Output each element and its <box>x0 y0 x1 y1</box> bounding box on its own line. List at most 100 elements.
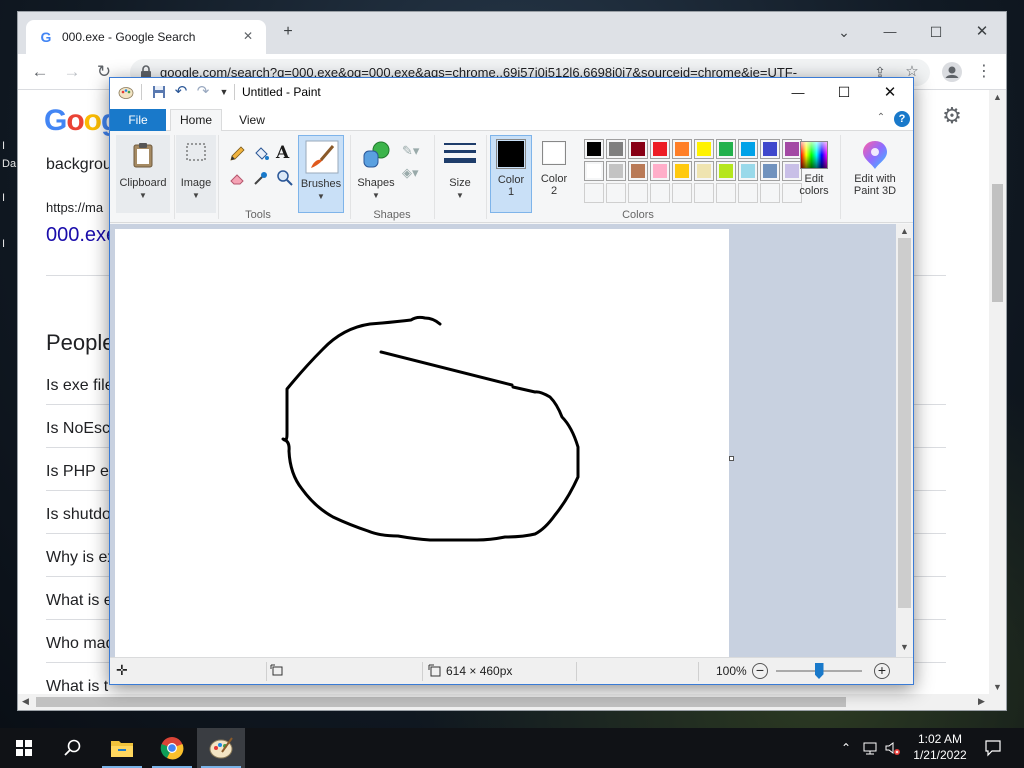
canvas-resize-handle[interactable] <box>729 456 734 461</box>
palette-swatch[interactable] <box>584 161 604 181</box>
clipboard-button[interactable]: Clipboard ▼ <box>116 135 170 213</box>
palette-swatch[interactable] <box>628 183 648 203</box>
paint-close-button[interactable]: ✕ <box>867 78 913 107</box>
volume-muted-icon[interactable] <box>884 740 900 756</box>
question-item[interactable]: Is shutdo <box>46 506 111 524</box>
question-item[interactable]: Is exe file <box>46 377 114 395</box>
palette-swatch[interactable] <box>738 183 758 203</box>
palette-swatch[interactable] <box>650 139 670 159</box>
zoom-in-button[interactable]: + <box>874 663 890 679</box>
palette-swatch[interactable] <box>694 139 714 159</box>
drawing-canvas[interactable] <box>115 229 729 657</box>
scroll-down-arrow-icon[interactable]: ▼ <box>993 682 1002 692</box>
taskbar-file-explorer[interactable] <box>98 728 146 768</box>
fill-icon[interactable]: ◈▾ <box>402 165 426 181</box>
palette-swatch[interactable] <box>760 139 780 159</box>
scroll-right-arrow-icon[interactable]: ▶ <box>978 696 985 707</box>
desktop-icon-label[interactable]: I <box>2 140 5 152</box>
palette-swatch[interactable] <box>628 161 648 181</box>
pencil-icon[interactable] <box>228 145 246 163</box>
collapse-ribbon-icon[interactable]: ⌃ <box>874 111 888 125</box>
scrollbar-thumb[interactable] <box>898 238 911 608</box>
fill-bucket-icon[interactable] <box>252 145 270 163</box>
result-title-link[interactable]: 000.exe <box>46 224 117 247</box>
new-tab-button[interactable]: + <box>268 18 308 46</box>
desktop-icon-label[interactable]: I <box>2 238 5 250</box>
question-item[interactable]: What is t <box>46 678 108 694</box>
palette-swatch[interactable] <box>628 139 648 159</box>
undo-icon[interactable]: ↶ <box>173 84 189 100</box>
outline-icon[interactable]: ✎▾ <box>402 143 426 159</box>
question-item[interactable]: What is e <box>46 592 113 610</box>
chrome-close-button[interactable]: ✕ <box>962 18 1002 46</box>
palette-swatch[interactable] <box>672 183 692 203</box>
palette-swatch[interactable] <box>606 161 626 181</box>
eraser-icon[interactable] <box>228 169 246 187</box>
forward-arrow-icon[interactable]: → <box>60 60 84 84</box>
question-item[interactable]: Is PHP e <box>46 463 109 481</box>
scroll-up-arrow-icon[interactable]: ▲ <box>993 92 1002 102</box>
image-button[interactable]: Image ▼ <box>176 135 216 213</box>
color1-button[interactable]: Color 1 <box>490 135 532 213</box>
palette-swatch[interactable] <box>584 183 604 203</box>
show-hidden-icons-chevron-icon[interactable]: ⌃ <box>838 740 854 756</box>
page-vertical-scrollbar[interactable]: ▲ ▼ <box>989 90 1006 694</box>
shapes-button[interactable]: Shapes ▼ <box>354 135 398 213</box>
paint-minimize-button[interactable]: — <box>775 78 821 107</box>
scroll-left-arrow-icon[interactable]: ◀ <box>22 696 29 707</box>
google-logo[interactable]: Goog <box>44 104 119 138</box>
scroll-down-arrow-icon[interactable]: ▼ <box>900 642 909 652</box>
network-icon[interactable] <box>862 740 878 756</box>
palette-swatch[interactable] <box>694 161 714 181</box>
home-tab[interactable]: Home <box>170 109 222 132</box>
edit-colors-button[interactable]: Edit colors <box>792 135 836 213</box>
back-arrow-icon[interactable]: ← <box>28 60 52 84</box>
profile-avatar-icon[interactable] <box>940 60 964 84</box>
desktop-icon-label[interactable]: Da <box>2 158 16 170</box>
paint-maximize-button[interactable]: ☐ <box>821 78 867 107</box>
palette-swatch[interactable] <box>716 161 736 181</box>
tab-search-icon[interactable]: ⌄ <box>824 18 864 46</box>
scrollbar-thumb[interactable] <box>992 184 1003 302</box>
color-picker-icon[interactable] <box>252 169 270 187</box>
palette-swatch[interactable] <box>694 183 714 203</box>
tab-close-icon[interactable]: ✕ <box>240 28 256 44</box>
palette-swatch[interactable] <box>738 161 758 181</box>
question-item[interactable]: Who mad <box>46 635 114 653</box>
zoom-out-button[interactable]: − <box>752 663 768 679</box>
chrome-minimize-button[interactable]: — <box>870 18 910 46</box>
edit-with-paint3d-button[interactable]: Edit with Paint 3D <box>844 135 906 213</box>
size-button[interactable]: Size ▼ <box>438 135 482 213</box>
search-button[interactable] <box>48 728 96 768</box>
palette-swatch[interactable] <box>606 139 626 159</box>
taskbar-chrome[interactable] <box>148 728 196 768</box>
taskbar-clock[interactable]: 1:02 AM 1/21/2022 <box>908 731 972 763</box>
view-tab[interactable]: View <box>228 109 276 131</box>
customize-qat-icon[interactable]: ▼ <box>216 84 232 100</box>
settings-gear-icon[interactable]: ⚙ <box>940 104 964 128</box>
chrome-menu-icon[interactable]: ⋮ <box>972 60 996 84</box>
magnifier-icon[interactable] <box>276 169 294 187</box>
help-icon[interactable]: ? <box>894 111 910 127</box>
notifications-icon[interactable] <box>984 739 1002 757</box>
palette-swatch[interactable] <box>584 139 604 159</box>
palette-swatch[interactable] <box>716 139 736 159</box>
taskbar-paint[interactable] <box>197 728 245 768</box>
chrome-maximize-button[interactable]: ☐ <box>916 18 956 46</box>
palette-swatch[interactable] <box>606 183 626 203</box>
start-button[interactable] <box>0 728 48 768</box>
paint-app-icon[interactable] <box>118 84 134 100</box>
redo-icon[interactable]: ↷ <box>195 84 211 100</box>
scroll-up-arrow-icon[interactable]: ▲ <box>900 226 909 236</box>
question-item[interactable]: Is NoEsc <box>46 420 110 438</box>
brushes-button[interactable]: Brushes ▼ <box>298 135 344 213</box>
palette-swatch[interactable] <box>716 183 736 203</box>
file-tab[interactable]: File <box>110 109 166 131</box>
zoom-slider-thumb[interactable] <box>814 663 824 679</box>
palette-swatch[interactable] <box>650 183 670 203</box>
color2-button[interactable]: Color 2 <box>534 135 574 213</box>
palette-swatch[interactable] <box>672 161 692 181</box>
desktop-icon-label[interactable]: I <box>2 192 5 204</box>
paint-titlebar[interactable]: ↶ ↷ ▼ Untitled - Paint — ☐ ✕ <box>110 78 913 107</box>
palette-swatch[interactable] <box>672 139 692 159</box>
